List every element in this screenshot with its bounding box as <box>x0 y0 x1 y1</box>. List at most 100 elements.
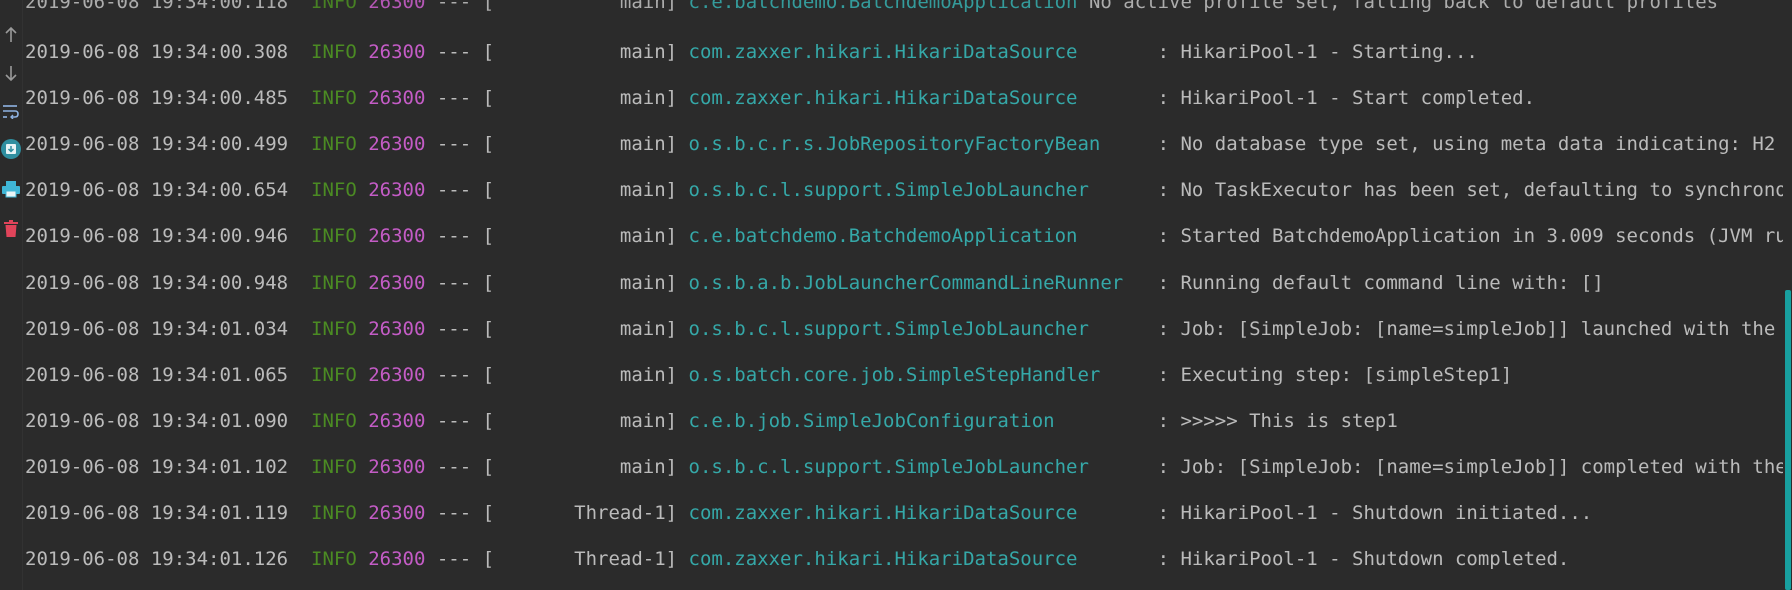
log-message: : Job: [SimpleJob: [name=simpleJob]] lau… <box>1157 317 1783 340</box>
log-line: 2019-06-08 19:34:00.499 INFO 26300 --- [… <box>25 132 1775 156</box>
log-level: INFO <box>311 0 357 13</box>
log-pid: 26300 <box>368 225 426 248</box>
log-logger: c.e.batchdemo.BatchdemoApplication <box>688 0 1078 13</box>
log-timestamp: 2019-06-08 19:34:01.119 <box>25 502 289 524</box>
print-icon[interactable] <box>0 176 22 202</box>
log-pid: 26300 <box>368 455 426 478</box>
log-message: : Started BatchdemoApplication in 3.009 … <box>1157 225 1783 248</box>
log-thread: main] <box>494 87 678 110</box>
log-thread: main] <box>494 41 678 63</box>
log-separator: --- [ <box>425 41 495 63</box>
log-thread: main] <box>494 271 678 294</box>
log-pid: 26300 <box>368 548 426 571</box>
log-pid: 26300 <box>368 502 426 524</box>
log-message: : HikariPool-1 - Shutdown initiated... <box>1157 502 1593 524</box>
soft-wrap-icon[interactable] <box>0 98 22 124</box>
log-separator: --- [ <box>425 179 495 202</box>
log-level: INFO <box>311 317 357 340</box>
log-logger: com.zaxxer.hikari.HikariDataSource <box>688 41 1147 63</box>
log-separator: --- [ <box>425 133 495 156</box>
log-pid: 26300 <box>368 41 426 63</box>
log-level: INFO <box>311 502 357 524</box>
log-separator: --- [ <box>425 363 495 386</box>
log-message: : No TaskExecutor has been set, defaulti… <box>1157 179 1783 202</box>
log-pid: 26300 <box>368 179 426 202</box>
log-pid: 26300 <box>368 409 426 432</box>
log-timestamp: 2019-06-08 19:34:00.485 <box>25 87 289 110</box>
log-level: INFO <box>311 548 357 571</box>
log-thread: main] <box>494 179 678 202</box>
log-timestamp: 2019-06-08 19:34:00.118 <box>25 0 289 13</box>
log-thread: Thread-1] <box>494 502 678 524</box>
log-thread: main] <box>494 409 678 432</box>
log-level: INFO <box>311 87 357 110</box>
log-line: 2019-06-08 19:34:00.654 INFO 26300 --- [… <box>25 178 1783 202</box>
log-thread: main] <box>494 133 678 156</box>
log-pid: 26300 <box>368 271 426 294</box>
log-message: : No database type set, using meta data … <box>1157 133 1776 156</box>
log-message: : >>>>> This is step1 <box>1157 409 1398 432</box>
scroll-to-end-icon[interactable] <box>0 136 22 162</box>
log-logger: com.zaxxer.hikari.HikariDataSource <box>688 87 1147 110</box>
log-logger: o.s.batch.core.job.SimpleStepHandler <box>688 363 1147 386</box>
log-message: : Job: [SimpleJob: [name=simpleJob]] com… <box>1157 455 1783 478</box>
log-timestamp: 2019-06-08 19:34:01.065 <box>25 363 289 386</box>
log-timestamp: 2019-06-08 19:34:00.654 <box>25 179 289 202</box>
log-timestamp: 2019-06-08 19:34:01.034 <box>25 317 289 340</box>
log-timestamp: 2019-06-08 19:34:01.090 <box>25 409 289 432</box>
log-separator: --- [ <box>425 0 495 13</box>
log-pid: 26300 <box>368 363 426 386</box>
log-logger: o.s.b.c.r.s.JobRepositoryFactoryBean <box>688 133 1147 156</box>
log-timestamp: 2019-06-08 19:34:00.948 <box>25 271 289 294</box>
log-line: 2019-06-08 19:34:01.034 INFO 26300 --- [… <box>25 317 1783 341</box>
log-pid: 26300 <box>368 0 426 13</box>
arrow-down-icon[interactable] <box>0 60 22 86</box>
log-thread: main] <box>494 455 678 478</box>
log-line: 2019-06-08 19:34:00.946 INFO 26300 --- [… <box>25 224 1783 248</box>
log-message: : Executing step: [simpleStep1] <box>1157 363 1513 386</box>
log-message: : Running default command line with: [] <box>1157 271 1604 294</box>
log-logger: com.zaxxer.hikari.HikariDataSource <box>688 502 1147 524</box>
log-thread: main] <box>494 363 678 386</box>
log-logger: o.s.b.c.l.support.SimpleJobLauncher <box>688 317 1147 340</box>
console-output[interactable]: 2019-06-08 19:34:00.118 INFO 26300 --- [… <box>25 0 1783 590</box>
log-line: 2019-06-08 19:34:01.102 INFO 26300 --- [… <box>25 455 1783 479</box>
log-line: 2019-06-08 19:34:00.948 INFO 26300 --- [… <box>25 271 1604 295</box>
scrollbar-thumb[interactable] <box>1785 290 1791 590</box>
log-level: INFO <box>311 225 357 248</box>
log-level: INFO <box>311 179 357 202</box>
log-line: 2019-06-08 19:34:01.126 INFO 26300 --- [… <box>25 547 1569 571</box>
trash-icon[interactable] <box>0 216 22 242</box>
run-console: 2019-06-08 19:34:00.118 INFO 26300 --- [… <box>0 0 1792 590</box>
log-separator: --- [ <box>425 87 495 110</box>
log-timestamp: 2019-06-08 19:34:00.946 <box>25 225 289 248</box>
log-level: INFO <box>311 41 357 63</box>
log-thread: Thread-1] <box>494 548 678 571</box>
log-message: : HikariPool-1 - Starting... <box>1157 41 1478 63</box>
log-line-partial: 2019-06-08 19:34:00.118 INFO 26300 --- [… <box>25 0 1718 14</box>
log-timestamp: 2019-06-08 19:34:01.102 <box>25 455 289 478</box>
log-timestamp: 2019-06-08 19:34:01.126 <box>25 548 289 571</box>
arrow-up-icon[interactable] <box>0 22 22 48</box>
log-separator: --- [ <box>425 317 495 340</box>
log-thread: main] <box>494 225 678 248</box>
log-separator: --- [ <box>425 548 495 571</box>
log-logger: o.s.b.c.l.support.SimpleJobLauncher <box>688 455 1147 478</box>
log-pid: 26300 <box>368 87 426 110</box>
log-separator: --- [ <box>425 455 495 478</box>
log-level: INFO <box>311 133 357 156</box>
log-pid: 26300 <box>368 317 426 340</box>
console-toolbar <box>0 0 23 590</box>
vertical-scrollbar[interactable] <box>1783 0 1792 590</box>
log-logger: o.s.b.a.b.JobLauncherCommandLineRunner <box>688 271 1147 294</box>
log-pid: 26300 <box>368 133 426 156</box>
log-separator: --- [ <box>425 502 495 524</box>
log-logger: com.zaxxer.hikari.HikariDataSource <box>688 548 1147 571</box>
log-line: 2019-06-08 19:34:00.485 INFO 26300 --- [… <box>25 86 1535 110</box>
log-level: INFO <box>311 409 357 432</box>
log-level: INFO <box>311 363 357 386</box>
log-logger: o.s.b.c.l.support.SimpleJobLauncher <box>688 179 1147 202</box>
log-logger: c.e.batchdemo.BatchdemoApplication <box>688 225 1147 248</box>
log-line: 2019-06-08 19:34:01.119 INFO 26300 --- [… <box>25 501 1592 525</box>
log-timestamp: 2019-06-08 19:34:00.499 <box>25 133 289 156</box>
